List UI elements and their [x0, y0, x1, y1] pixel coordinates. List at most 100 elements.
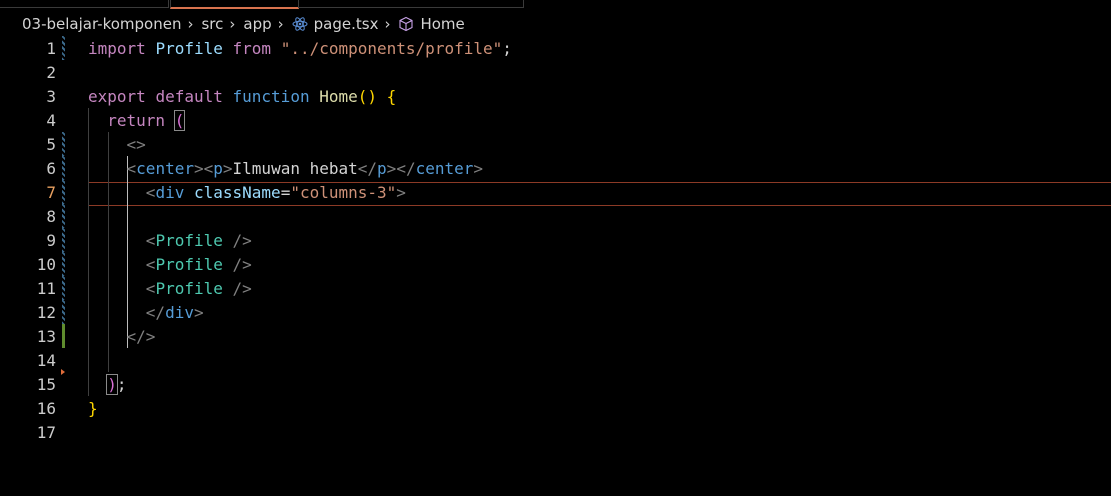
line-number: 14 [36, 351, 56, 370]
breadcrumb-src[interactable]: src [201, 15, 223, 33]
jsx-text: Ilmuwan hebat [232, 159, 358, 178]
code-line: 16 } [0, 397, 1111, 421]
line-number: 16 [36, 399, 56, 418]
code-line: 4 return ( [0, 109, 1111, 133]
code-editor[interactable]: 1 import Profile from "../components/pro… [0, 36, 1111, 496]
keyword: from [232, 39, 272, 58]
line-number: 2 [46, 63, 56, 82]
chevron-right-icon: › [384, 15, 391, 33]
jsx-component: Profile [155, 231, 223, 250]
code-line: 7 <div className="columns-3"> [0, 181, 1111, 205]
line-number: 4 [46, 111, 56, 130]
jsx-attribute: className [193, 183, 281, 202]
code-line: 15 ); [0, 373, 1111, 397]
code-line: 11 <Profile /> [0, 277, 1111, 301]
chevron-right-icon: › [277, 15, 284, 33]
code-line: 10 <Profile /> [0, 253, 1111, 277]
jsx-bracket: > [473, 159, 484, 178]
jsx-component: Profile [155, 279, 223, 298]
line-number: 15 [36, 375, 56, 394]
jsx-bracket: < [145, 279, 156, 298]
code-line: 17 [0, 421, 1111, 445]
jsx-bracket: > [193, 159, 204, 178]
keyword: function [232, 87, 310, 106]
jsx-bracket: > [396, 183, 406, 202]
breadcrumb-file[interactable]: page.tsx [314, 15, 379, 33]
jsx-bracket: /> [222, 231, 252, 250]
keyword: return [107, 111, 166, 130]
jsx-tag: <> [126, 135, 146, 154]
jsx-tag: p [213, 159, 223, 178]
code-line: 5 <> [0, 133, 1111, 157]
breadcrumb: 03-belajar-komponen › src › app › page.t… [0, 10, 1111, 38]
keyword: import [88, 39, 146, 58]
line-number: 12 [36, 303, 56, 322]
punctuation: () [357, 87, 378, 106]
string: "../components/profile" [280, 39, 503, 58]
line-number: 11 [36, 279, 56, 298]
keyword: export [88, 87, 146, 106]
code-line: 3 export default function Home() { [0, 85, 1111, 109]
jsx-bracket: < [126, 159, 137, 178]
jsx-bracket: > [222, 159, 233, 178]
code-line: 12 </div> [0, 301, 1111, 325]
function-name: Home [319, 87, 358, 106]
punctuation: { [386, 87, 397, 106]
jsx-bracket: < [203, 159, 214, 178]
line-number: 1 [46, 39, 56, 58]
jsx-tag: div [155, 183, 185, 202]
jsx-tag: p [377, 159, 387, 178]
punctuation: } [88, 399, 98, 418]
chevron-right-icon: › [229, 15, 236, 33]
jsx-bracket: /> [222, 255, 252, 274]
punctuation: ; [116, 375, 127, 394]
jsx-bracket: > [386, 159, 397, 178]
jsx-tag: center [415, 159, 474, 178]
punctuation: ; [502, 39, 512, 58]
code-line: 9 <Profile /> [0, 229, 1111, 253]
line-number: 6 [46, 159, 56, 178]
jsx-tag: </> [126, 327, 156, 346]
jsx-bracket: < [145, 183, 156, 202]
jsx-bracket: </ [396, 159, 416, 178]
jsx-tag: center [136, 159, 194, 178]
breadcrumb-symbol[interactable]: Home [420, 15, 464, 33]
jsx-bracket: </ [357, 159, 378, 178]
jsx-bracket: < [145, 231, 156, 250]
string: "columns-3" [290, 183, 397, 202]
breadcrumb-folder[interactable]: 03-belajar-komponen [22, 15, 181, 33]
code-line: 13 </> [0, 325, 1111, 349]
line-number: 9 [46, 231, 56, 250]
line-number: 17 [36, 423, 56, 442]
bracket-match: ) [106, 374, 118, 395]
chevron-right-icon: › [187, 15, 194, 33]
jsx-tag: div [165, 303, 194, 322]
tab-inactive[interactable] [298, 0, 524, 8]
code-line: 6 <center><p>Ilmuwan hebat</p></center> [0, 157, 1111, 181]
jsx-bracket: < [145, 255, 156, 274]
bracket-match: ( [173, 110, 186, 131]
code-line: 2 [0, 61, 1111, 85]
line-number: 5 [46, 135, 56, 154]
tab-active[interactable] [170, 0, 299, 9]
code-line: 14 [0, 349, 1111, 373]
jsx-bracket: > [193, 303, 204, 322]
jsx-bracket: /> [222, 279, 252, 298]
line-number: 10 [36, 255, 56, 274]
tab-strip [0, 0, 1111, 9]
breadcrumb-app[interactable]: app [243, 15, 271, 33]
keyword: default [155, 87, 223, 106]
identifier: Profile [155, 39, 223, 58]
tab-inactive[interactable] [0, 0, 169, 8]
code-line: 1 import Profile from "../components/pro… [0, 37, 1111, 61]
line-number: 3 [46, 87, 56, 106]
react-icon [292, 16, 308, 32]
code-line: 8 [0, 205, 1111, 229]
cube-icon [398, 16, 414, 32]
line-number: 13 [36, 327, 56, 346]
line-number: 7 [46, 183, 56, 202]
jsx-bracket: </ [145, 303, 166, 322]
punctuation: = [280, 183, 291, 202]
jsx-component: Profile [155, 255, 223, 274]
line-number: 8 [46, 207, 56, 226]
